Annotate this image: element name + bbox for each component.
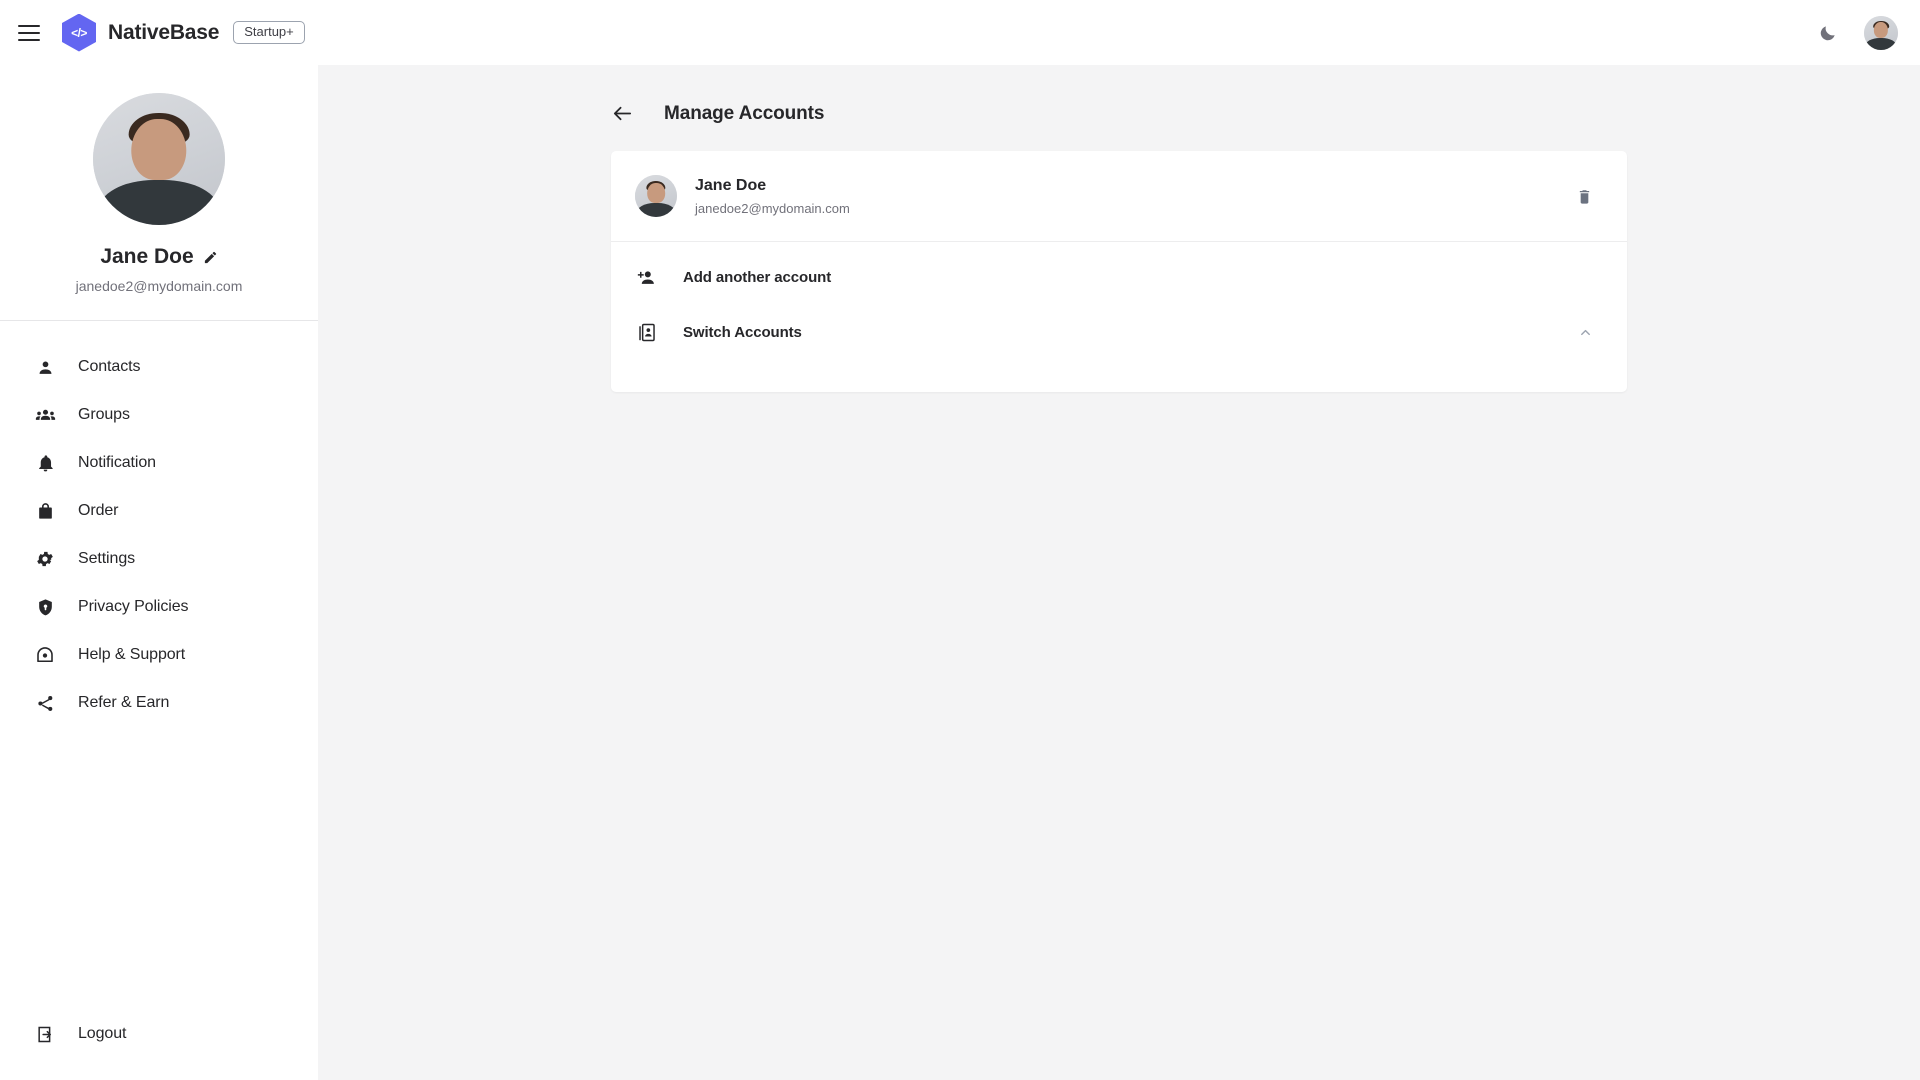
page-header: Manage Accounts (318, 65, 1920, 125)
sidebar-nav: Contacts Groups Notification Order Setti… (0, 321, 318, 727)
sidebar-item-label: Order (78, 502, 119, 519)
people-group-icon (34, 404, 56, 426)
help-headset-icon (34, 644, 56, 666)
sidebar-item-label: Notification (78, 454, 156, 471)
bell-icon (34, 452, 56, 474)
sidebar-item-order[interactable]: Order (0, 487, 318, 535)
hamburger-menu-icon[interactable] (18, 20, 44, 46)
topbar-actions (1818, 15, 1898, 50)
profile-avatar-image (93, 93, 225, 225)
page-title: Manage Accounts (664, 102, 825, 124)
trash-icon[interactable] (1576, 188, 1593, 205)
shield-lock-icon (34, 596, 56, 618)
sidebar-profile: Jane Doe janedoe2@mydomain.com (0, 65, 318, 321)
sidebar-item-label: Contacts (78, 358, 141, 375)
sidebar-item-settings[interactable]: Settings (0, 535, 318, 583)
top-app-bar: </> NativeBase Startup+ (0, 0, 1920, 65)
sidebar-item-label: Refer & Earn (78, 694, 170, 711)
brand-title: NativeBase (108, 20, 220, 44)
account-row[interactable]: Jane Doe janedoe2@mydomain.com (611, 151, 1627, 242)
add-another-account-button[interactable]: Add another account (611, 242, 1627, 302)
sidebar-item-label: Help & Support (78, 646, 186, 663)
sidebar-item-label: Privacy Policies (78, 598, 189, 615)
avatar-image (1864, 15, 1898, 50)
share-icon (34, 692, 56, 714)
chevron-up-icon[interactable] (1578, 325, 1593, 340)
pencil-icon[interactable] (203, 250, 218, 265)
arrow-left-icon[interactable] (611, 102, 634, 125)
switch-account-icon (635, 321, 657, 343)
moon-icon[interactable] (1818, 23, 1838, 43)
sidebar-item-privacy-policies[interactable]: Privacy Policies (0, 583, 318, 631)
account-avatar (635, 175, 677, 217)
sidebar-item-label: Settings (78, 550, 136, 567)
profile-name: Jane Doe (100, 245, 194, 268)
profile-email: janedoe2@mydomain.com (75, 278, 243, 294)
account-email: janedoe2@mydomain.com (695, 200, 850, 216)
account-name: Jane Doe (695, 176, 767, 194)
sidebar-footer: Logout (0, 1010, 318, 1080)
sidebar-item-refer-earn[interactable]: Refer & Earn (0, 679, 318, 727)
sidebar: Jane Doe janedoe2@mydomain.com Contacts (0, 65, 318, 1080)
nativebase-logo: </> (62, 13, 96, 52)
logout-icon (34, 1023, 56, 1045)
account-avatar-image (635, 175, 677, 217)
code-glyph: </> (71, 25, 87, 40)
logout-label: Logout (78, 1025, 127, 1042)
switch-accounts-label: Switch Accounts (683, 323, 802, 341)
add-another-account-label: Add another account (683, 268, 832, 286)
avatar[interactable] (1864, 15, 1898, 50)
profile-name-row: Jane Doe (100, 245, 217, 269)
person-icon (34, 356, 56, 378)
sidebar-item-groups[interactable]: Groups (0, 391, 318, 439)
account-text: Jane Doe janedoe2@mydomain.com (695, 177, 850, 216)
shopping-bag-icon (34, 500, 56, 522)
sidebar-item-label: Groups (78, 406, 130, 423)
manage-accounts-card: Jane Doe janedoe2@mydomain.com Add anoth… (611, 151, 1627, 392)
card-bottom-padding (611, 362, 1627, 392)
gear-icon (34, 548, 56, 570)
main-content: Manage Accounts Jane Doe janedoe2@mydoma… (318, 65, 1920, 1080)
sidebar-item-notification[interactable]: Notification (0, 439, 318, 487)
sidebar-item-contacts[interactable]: Contacts (0, 343, 318, 391)
switch-accounts-button[interactable]: Switch Accounts (611, 302, 1627, 362)
person-add-icon (635, 266, 657, 288)
profile-avatar[interactable] (93, 93, 225, 225)
sidebar-item-help-support[interactable]: Help & Support (0, 631, 318, 679)
plan-badge[interactable]: Startup+ (233, 20, 305, 45)
logout-button[interactable]: Logout (0, 1010, 318, 1058)
